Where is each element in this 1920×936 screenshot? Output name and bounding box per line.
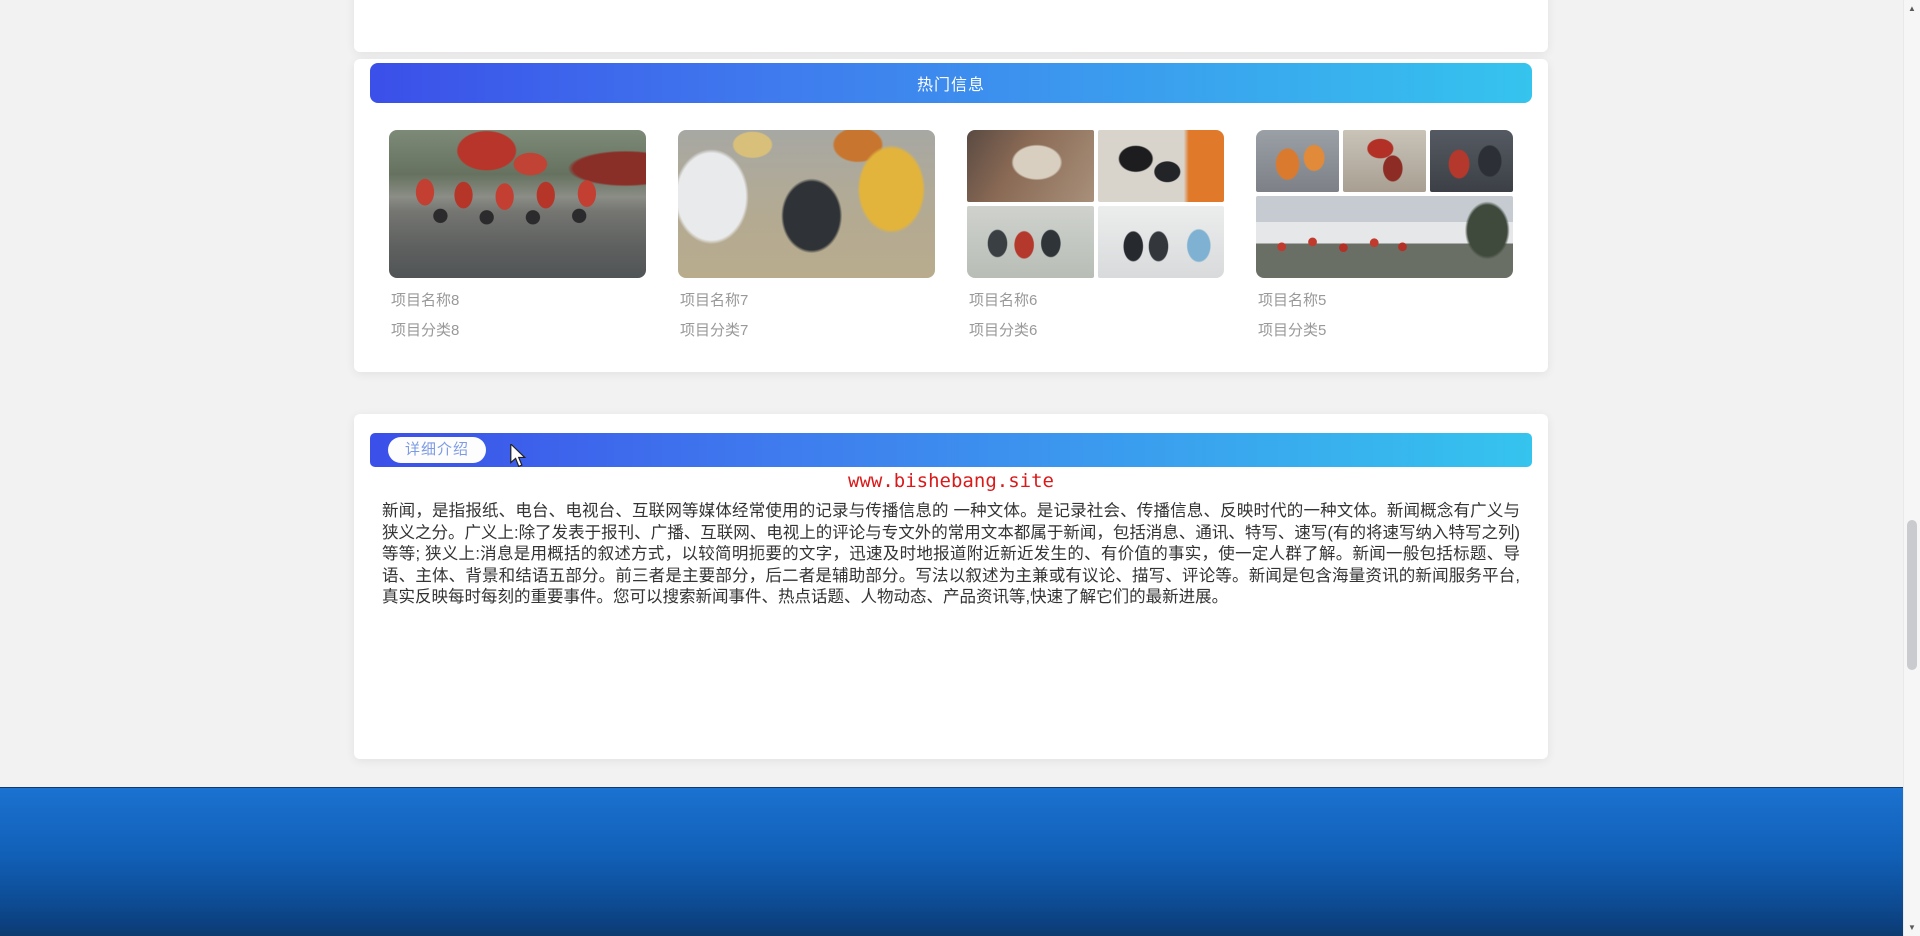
intro-section: 详细介绍 www.bishebang.site 新闻，是指报纸、电台、电视台、互… bbox=[354, 414, 1548, 759]
intro-badge[interactable]: 详细介绍 bbox=[388, 437, 486, 463]
collage-tile bbox=[1098, 130, 1225, 202]
collage-tile bbox=[1256, 130, 1339, 192]
hot-info-section: 热门信息 项目名称8 项目分类8 项目名称7 项目分类7 项目名 bbox=[354, 59, 1548, 372]
hot-info-header: 热门信息 bbox=[370, 63, 1532, 103]
project-name[interactable]: 项目名称8 bbox=[389, 291, 646, 311]
intro-paragraph: 新闻，是指报纸、电台、电视台、互联网等媒体经常使用的记录与传播信息的 一种文体。… bbox=[382, 501, 1520, 609]
collage-tile bbox=[967, 206, 1094, 278]
collage-tile bbox=[1343, 130, 1426, 192]
project-name[interactable]: 项目名称7 bbox=[678, 291, 935, 311]
project-card[interactable]: 项目名称8 项目分类8 bbox=[389, 130, 646, 341]
scroll-up-button[interactable]: ▲ bbox=[1904, 0, 1920, 17]
project-image[interactable] bbox=[389, 130, 646, 278]
collage-tile bbox=[1430, 130, 1513, 192]
project-card-row: 项目名称8 项目分类8 项目名称7 项目分类7 项目名称6 项目分类6 bbox=[354, 103, 1548, 341]
collage-tile bbox=[1256, 196, 1513, 278]
project-image[interactable] bbox=[1256, 130, 1513, 278]
project-image[interactable] bbox=[678, 130, 935, 278]
project-name[interactable]: 项目名称6 bbox=[967, 291, 1224, 311]
down-arrow-icon: ▼ bbox=[1908, 923, 1916, 932]
project-card[interactable]: 项目名称6 项目分类6 bbox=[967, 130, 1224, 341]
scroll-down-button[interactable]: ▼ bbox=[1904, 919, 1920, 936]
project-category: 项目分类5 bbox=[1256, 321, 1513, 341]
site-url-text: www.bishebang.site bbox=[354, 470, 1548, 492]
project-category: 项目分类6 bbox=[967, 321, 1224, 341]
project-card[interactable]: 项目名称7 项目分类7 bbox=[678, 130, 935, 341]
up-arrow-icon: ▲ bbox=[1908, 4, 1916, 13]
hot-info-title: 热门信息 bbox=[917, 71, 985, 95]
intro-header: 详细介绍 bbox=[370, 433, 1532, 467]
collage-tile bbox=[967, 130, 1094, 202]
page-footer bbox=[0, 787, 1920, 936]
scrollbar-thumb[interactable] bbox=[1907, 520, 1917, 670]
page-content: 热门信息 项目名称8 项目分类8 项目名称7 项目分类7 项目名 bbox=[0, 0, 1903, 936]
project-name[interactable]: 项目名称5 bbox=[1256, 291, 1513, 311]
project-category: 项目分类8 bbox=[389, 321, 646, 341]
project-image[interactable] bbox=[967, 130, 1224, 278]
vertical-scrollbar[interactable]: ▲ ▼ bbox=[1903, 0, 1920, 936]
previous-section-remnant bbox=[354, 0, 1548, 52]
collage-tile bbox=[1098, 206, 1225, 278]
project-category: 项目分类7 bbox=[678, 321, 935, 341]
project-card[interactable]: 项目名称5 项目分类5 bbox=[1256, 130, 1513, 341]
